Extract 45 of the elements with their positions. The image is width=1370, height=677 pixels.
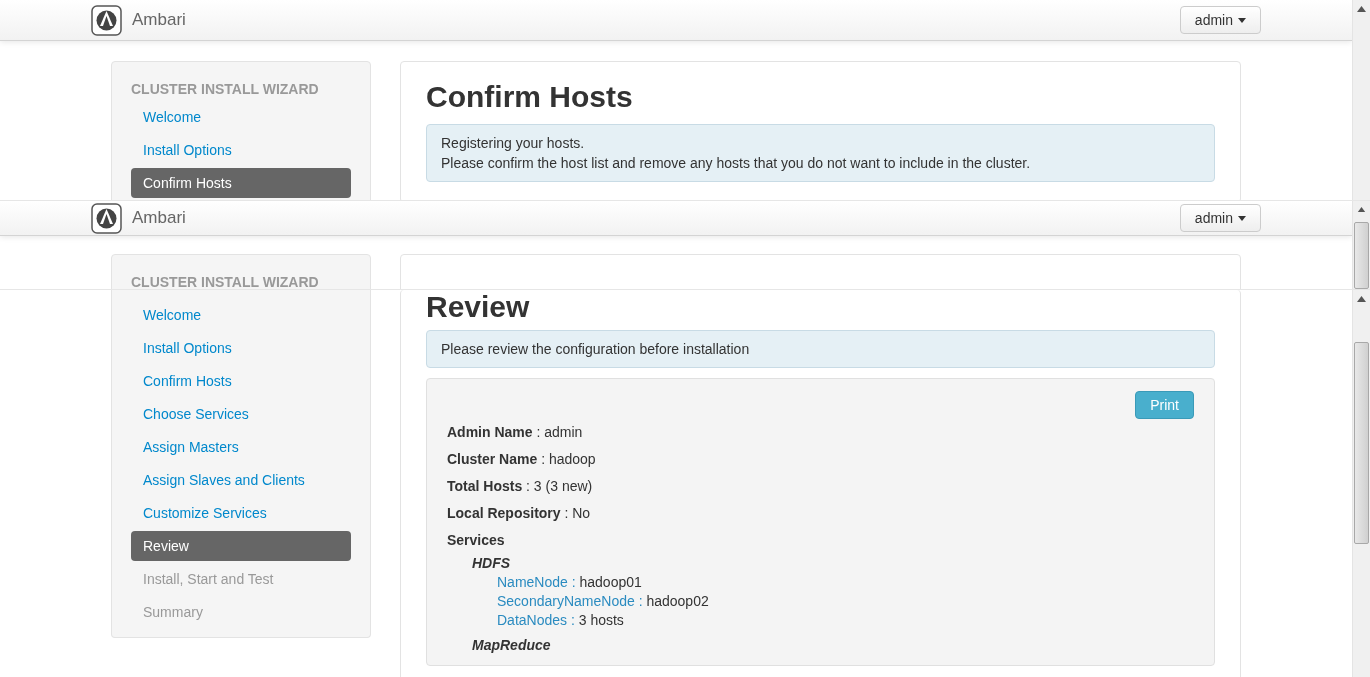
scrollbar-thumb[interactable] bbox=[1354, 221, 1369, 289]
wizard-step[interactable]: Assign Masters bbox=[131, 432, 351, 462]
wizard-step[interactable]: Confirm Hosts bbox=[131, 366, 351, 396]
alert-text: Please confirm the host list and remove any hosts that you do not want to include in the cluster. bbox=[441, 154, 1032, 173]
summary-field: Local Repository : No bbox=[447, 500, 1194, 527]
print-button[interactable]: Print bbox=[1135, 391, 1194, 419]
page-title: Review bbox=[426, 290, 531, 324]
sidebar-heading: CLUSTER INSTALL WIZARD bbox=[131, 80, 320, 98]
logo-icon bbox=[91, 4, 122, 36]
scroll-up-icon[interactable] bbox=[1357, 296, 1366, 302]
wizard-step[interactable]: Welcome bbox=[131, 102, 351, 132]
summary-field: Total Hosts : 3 (3 new) bbox=[447, 473, 1194, 500]
wizard-step[interactable]: Choose Services bbox=[131, 399, 351, 429]
service-name: HDFS bbox=[472, 554, 512, 573]
scroll-up-icon[interactable] bbox=[1357, 207, 1366, 212]
page-title: Confirm Hosts bbox=[426, 80, 634, 114]
scroll-up-icon[interactable] bbox=[1357, 6, 1366, 12]
wizard-step[interactable]: Install Options bbox=[131, 333, 351, 363]
brand-name[interactable]: Ambari bbox=[132, 10, 186, 30]
scrollbar[interactable] bbox=[1352, 0, 1370, 200]
wizard-step[interactable]: Customize Services bbox=[131, 498, 351, 528]
component-row-text: NameNode : hadoop01 bbox=[497, 573, 643, 592]
wizard-step[interactable]: Install Options bbox=[131, 135, 351, 165]
caret-icon bbox=[1238, 215, 1246, 221]
alert-text: Registering your hosts. bbox=[441, 134, 586, 153]
user-menu-button[interactable]: admin bbox=[1179, 204, 1261, 232]
scrollbar-thumb[interactable] bbox=[1354, 342, 1369, 544]
component-row-text: SecondaryNameNode : hadoop02 bbox=[497, 592, 710, 611]
user-menu-button[interactable]: admin bbox=[1179, 6, 1261, 34]
sidebar-heading: CLUSTER INSTALL WIZARD bbox=[131, 273, 320, 289]
wizard-step[interactable]: Assign Slaves and Clients bbox=[131, 465, 351, 495]
wizard-step[interactable]: Confirm Hosts bbox=[131, 168, 351, 198]
summary-field: Admin Name : admin bbox=[447, 419, 1194, 446]
services-heading: Services bbox=[447, 531, 506, 550]
alert-text: Please review the configuration before installation bbox=[441, 340, 751, 359]
summary-field: Cluster Name : hadoop bbox=[447, 446, 1194, 473]
caret-icon bbox=[1238, 17, 1246, 23]
scrollbar[interactable] bbox=[1352, 290, 1370, 677]
brand-name[interactable]: Ambari bbox=[132, 208, 186, 228]
logo-icon bbox=[91, 202, 122, 234]
service-name: MapReduce bbox=[472, 636, 552, 655]
wizard-step[interactable]: Review bbox=[131, 531, 351, 561]
wizard-step[interactable]: Welcome bbox=[131, 300, 351, 330]
scrollbar[interactable] bbox=[1352, 201, 1370, 289]
component-row-text: DataNodes : 3 hosts bbox=[497, 611, 625, 630]
